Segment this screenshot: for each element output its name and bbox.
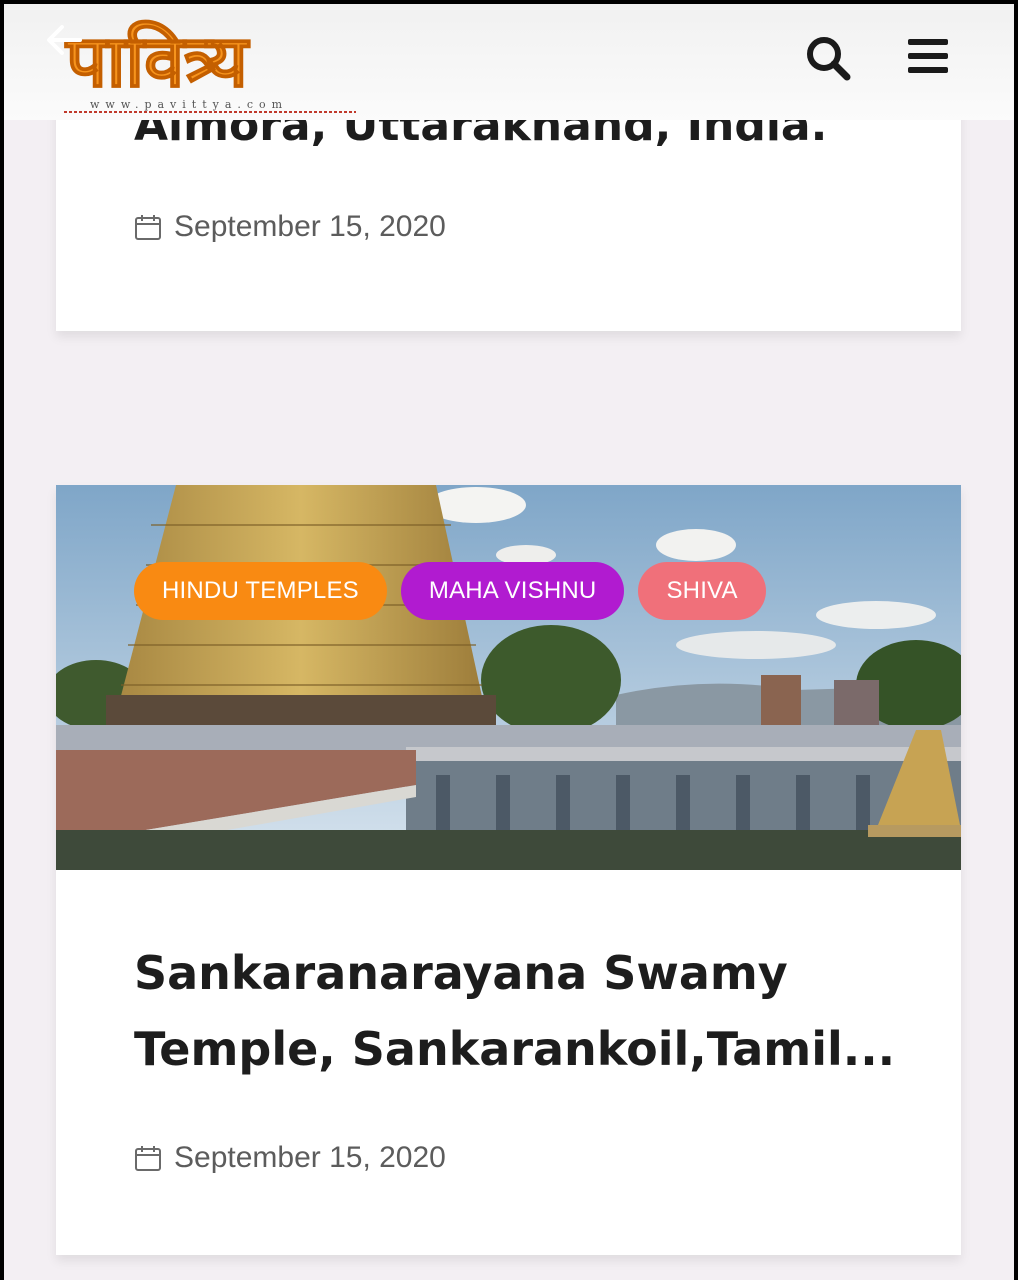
back-arrow-icon[interactable] — [44, 20, 84, 60]
site-header: पावित्र्य www.pavittya.com — [4, 4, 1014, 120]
hamburger-menu-icon[interactable] — [906, 36, 950, 76]
post-thumbnail[interactable]: HINDU TEMPLES MAHA VISHNU SHIVA — [56, 485, 961, 870]
temple-photo — [56, 485, 961, 870]
tag-list: HINDU TEMPLES MAHA VISHNU SHIVA — [134, 562, 766, 620]
calendar-icon — [135, 215, 161, 240]
calendar-icon — [135, 1146, 161, 1171]
svg-text:www.pavittya.com: www.pavittya.com — [90, 98, 288, 111]
svg-text:पावित्र्य: पावित्र्य — [64, 19, 250, 103]
tag-hindu-temples[interactable]: HINDU TEMPLES — [134, 562, 387, 620]
search-icon[interactable] — [804, 34, 852, 82]
post-card[interactable]: HINDU TEMPLES MAHA VISHNU SHIVA Sankaran… — [56, 485, 961, 1255]
screen: Almora, Uttarakhand, India. September 15… — [4, 4, 1014, 1280]
post-meta: September 15, 2020 — [134, 1141, 446, 1175]
post-date: September 15, 2020 — [174, 210, 446, 243]
post-date: September 15, 2020 — [174, 1141, 446, 1174]
site-logo[interactable]: पावित्र्य www.pavittya.com — [60, 8, 360, 118]
post-title[interactable]: Sankaranarayana Swamy Temple, Sankaranko… — [134, 935, 914, 1087]
tag-maha-vishnu[interactable]: MAHA VISHNU — [400, 562, 625, 620]
tag-shiva[interactable]: SHIVA — [638, 562, 766, 620]
post-meta: September 15, 2020 — [134, 210, 446, 244]
